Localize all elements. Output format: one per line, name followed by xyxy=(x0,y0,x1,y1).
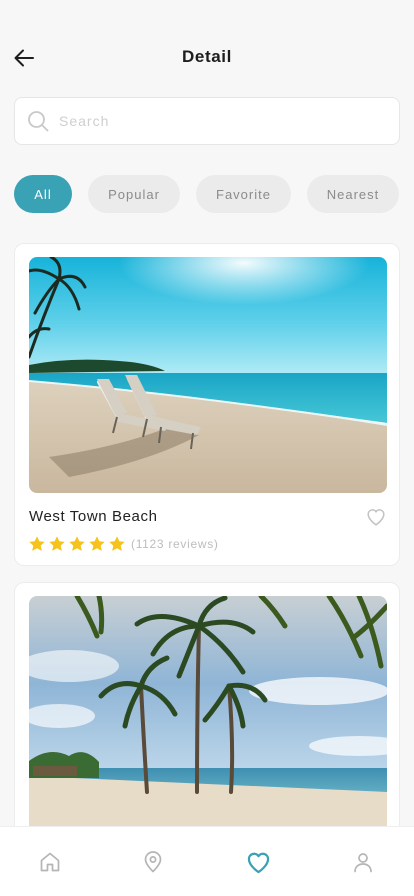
detail-screen: Detail All Popular Favorite Nearest xyxy=(0,0,414,896)
review-count: (1123 reviews) xyxy=(131,537,219,551)
place-photo xyxy=(29,257,387,493)
star-icon xyxy=(89,536,105,551)
search-icon xyxy=(28,111,49,132)
rating: (1123 reviews) xyxy=(28,535,219,553)
filter-chip-label: Favorite xyxy=(216,186,271,202)
home-icon xyxy=(40,852,60,872)
tab-location[interactable] xyxy=(138,847,168,877)
tab-favorites[interactable] xyxy=(243,847,273,877)
filter-chip-label: Nearest xyxy=(326,186,380,202)
filter-chip-favorite[interactable]: Favorite xyxy=(196,175,291,213)
filter-chip-nearest[interactable]: Nearest xyxy=(307,175,399,213)
favorite-button[interactable] xyxy=(365,506,387,528)
filter-chips: All Popular Favorite Nearest xyxy=(14,175,414,213)
star-icon xyxy=(109,536,125,551)
star-rating xyxy=(28,535,128,553)
search-box[interactable] xyxy=(14,97,400,145)
header: Detail xyxy=(0,36,414,80)
heart-icon xyxy=(247,852,269,873)
heart-outline-icon xyxy=(367,509,385,526)
filter-chip-all[interactable]: All xyxy=(14,175,72,213)
bottom-tab-bar xyxy=(0,826,414,896)
place-name: West Town Beach xyxy=(29,508,158,525)
star-icon xyxy=(69,536,85,551)
filter-chip-label: Popular xyxy=(108,186,160,202)
page-title: Detail xyxy=(182,47,232,66)
profile-icon xyxy=(354,853,372,873)
place-photo xyxy=(29,596,387,856)
location-pin-icon xyxy=(144,851,162,873)
star-icon xyxy=(49,536,65,551)
filter-chip-popular[interactable]: Popular xyxy=(88,175,180,213)
tab-home[interactable] xyxy=(35,847,65,877)
star-icon xyxy=(29,536,45,551)
tab-profile[interactable] xyxy=(348,847,378,877)
filter-chip-label: All xyxy=(34,186,52,202)
search-input[interactable] xyxy=(59,101,379,141)
place-card[interactable]: West Town Beach (1123 reviews) xyxy=(14,243,400,566)
